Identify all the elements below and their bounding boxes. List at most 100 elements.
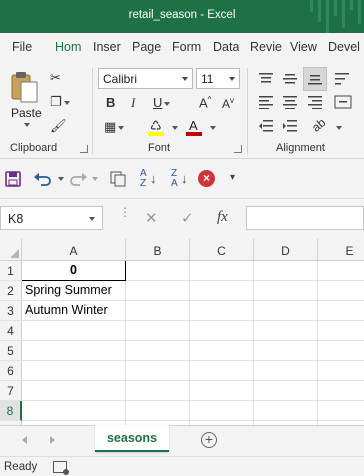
cell-d3[interactable] — [254, 301, 318, 321]
tab-file[interactable]: File — [12, 40, 32, 54]
tab-review[interactable]: Revie — [250, 40, 284, 54]
cell-d2[interactable] — [254, 281, 318, 301]
cell-e4[interactable] — [318, 321, 364, 341]
wrap-text-icon[interactable] — [334, 72, 354, 86]
cell-b6[interactable] — [126, 361, 190, 381]
underline-button[interactable]: U — [153, 95, 171, 110]
row-header-4[interactable]: 4 — [0, 321, 22, 341]
row-header-5[interactable]: 5 — [0, 341, 22, 361]
font-size-combo[interactable]: 11 — [196, 68, 240, 89]
align-center-icon[interactable] — [282, 95, 298, 109]
cell-c3[interactable] — [190, 301, 254, 321]
cell-c5[interactable] — [190, 341, 254, 361]
cell-e8[interactable] — [318, 401, 364, 421]
insert-function-icon[interactable]: fx — [217, 209, 228, 226]
tab-formulas[interactable]: Form — [172, 40, 201, 54]
decrease-indent-icon[interactable] — [258, 119, 274, 133]
cut-icon[interactable]: ✂ — [50, 70, 61, 86]
column-header-b[interactable]: B — [126, 239, 190, 261]
orientation-icon[interactable]: ab — [309, 115, 328, 134]
cell-d4[interactable] — [254, 321, 318, 341]
macro-record-icon[interactable] — [53, 461, 69, 475]
undo-dropdown-icon[interactable] — [58, 177, 64, 181]
cancel-icon[interactable]: ✕ — [145, 209, 158, 227]
cell-b2[interactable] — [126, 281, 190, 301]
sort-ascending-icon[interactable]: AZ — [140, 169, 147, 189]
column-header-c[interactable]: C — [190, 239, 254, 261]
cell-b7[interactable] — [126, 381, 190, 401]
merge-center-icon[interactable] — [334, 95, 354, 109]
row-header-8[interactable]: 8 — [0, 401, 22, 421]
scroll-left-icon[interactable] — [22, 436, 27, 444]
tab-page-layout[interactable]: Page — [132, 40, 161, 54]
sort-descending-icon[interactable]: ZA — [171, 169, 178, 189]
tab-view[interactable]: View — [290, 40, 317, 54]
bottom-align-button[interactable] — [303, 67, 327, 91]
row-header-3[interactable]: 3 — [0, 301, 22, 321]
enter-icon[interactable]: ✓ — [181, 209, 194, 227]
cell-b8[interactable] — [126, 401, 190, 421]
tab-home[interactable]: Hom — [55, 40, 81, 54]
cell-a4[interactable] — [22, 321, 126, 341]
increase-indent-icon[interactable] — [282, 119, 298, 133]
cell-a2[interactable]: Spring Summer — [22, 281, 126, 301]
tab-developer[interactable]: Devel — [328, 40, 364, 54]
cell-a8[interactable] — [22, 401, 126, 421]
cell-a7[interactable] — [22, 381, 126, 401]
cell-e3[interactable] — [318, 301, 364, 321]
cell-c7[interactable] — [190, 381, 254, 401]
add-sheet-icon[interactable]: + — [201, 432, 217, 448]
top-align-icon[interactable] — [258, 72, 274, 86]
cell-c2[interactable] — [190, 281, 254, 301]
increase-font-button[interactable]: A^ — [199, 95, 211, 110]
column-header-d[interactable]: D — [254, 239, 318, 261]
paste-button[interactable]: Paste — [8, 68, 44, 128]
cell-a3[interactable]: Autumn Winter — [22, 301, 126, 321]
sheet-tab-seasons[interactable]: seasons — [95, 425, 169, 452]
middle-align-icon[interactable] — [282, 72, 298, 86]
cell-a1[interactable]: 0 — [22, 261, 126, 281]
cell-d7[interactable] — [254, 381, 318, 401]
clear-icon[interactable]: × — [198, 170, 215, 187]
cell-b5[interactable] — [126, 341, 190, 361]
cell-d8[interactable] — [254, 401, 318, 421]
row-header-6[interactable]: 6 — [0, 361, 22, 381]
cell-e6[interactable] — [318, 361, 364, 381]
undo-icon[interactable] — [33, 171, 53, 191]
italic-button[interactable]: I — [131, 95, 135, 111]
customize-toolbar-icon[interactable]: ▾ — [230, 172, 235, 183]
font-launcher-icon[interactable] — [234, 145, 242, 153]
formula-bar-grip-icon[interactable]: ⋮ — [119, 206, 131, 218]
name-box[interactable]: K8 — [0, 206, 103, 230]
cell-e1[interactable] — [318, 261, 364, 281]
row-header-1[interactable]: 1 — [0, 261, 22, 281]
cell-c8[interactable] — [190, 401, 254, 421]
copy-icon[interactable] — [110, 171, 126, 191]
save-icon[interactable] — [5, 171, 21, 191]
row-header-7[interactable]: 7 — [0, 381, 22, 401]
align-left-icon[interactable] — [258, 95, 274, 109]
cell-a6[interactable] — [22, 361, 126, 381]
cell-d5[interactable] — [254, 341, 318, 361]
font-color-button[interactable]: A — [186, 118, 216, 138]
cell-c1[interactable] — [190, 261, 254, 281]
cell-e5[interactable] — [318, 341, 364, 361]
cell-e2[interactable] — [318, 281, 364, 301]
row-header-2[interactable]: 2 — [0, 281, 22, 301]
cell-e7[interactable] — [318, 381, 364, 401]
bold-button[interactable]: B — [106, 95, 115, 110]
tab-insert[interactable]: Inser — [93, 40, 126, 54]
select-all-button[interactable] — [0, 239, 22, 261]
cell-a5[interactable] — [22, 341, 126, 361]
borders-button[interactable]: ▦ — [104, 119, 125, 135]
cell-c4[interactable] — [190, 321, 254, 341]
cell-b4[interactable] — [126, 321, 190, 341]
redo-dropdown-icon[interactable] — [92, 177, 98, 181]
redo-icon[interactable] — [68, 171, 88, 191]
orientation-dropdown-icon[interactable] — [336, 126, 342, 130]
cell-d6[interactable] — [254, 361, 318, 381]
copy-icon[interactable]: ❐ — [50, 94, 70, 110]
tab-data[interactable]: Data — [213, 40, 239, 54]
column-header-e[interactable]: E — [318, 239, 364, 261]
cell-c6[interactable] — [190, 361, 254, 381]
